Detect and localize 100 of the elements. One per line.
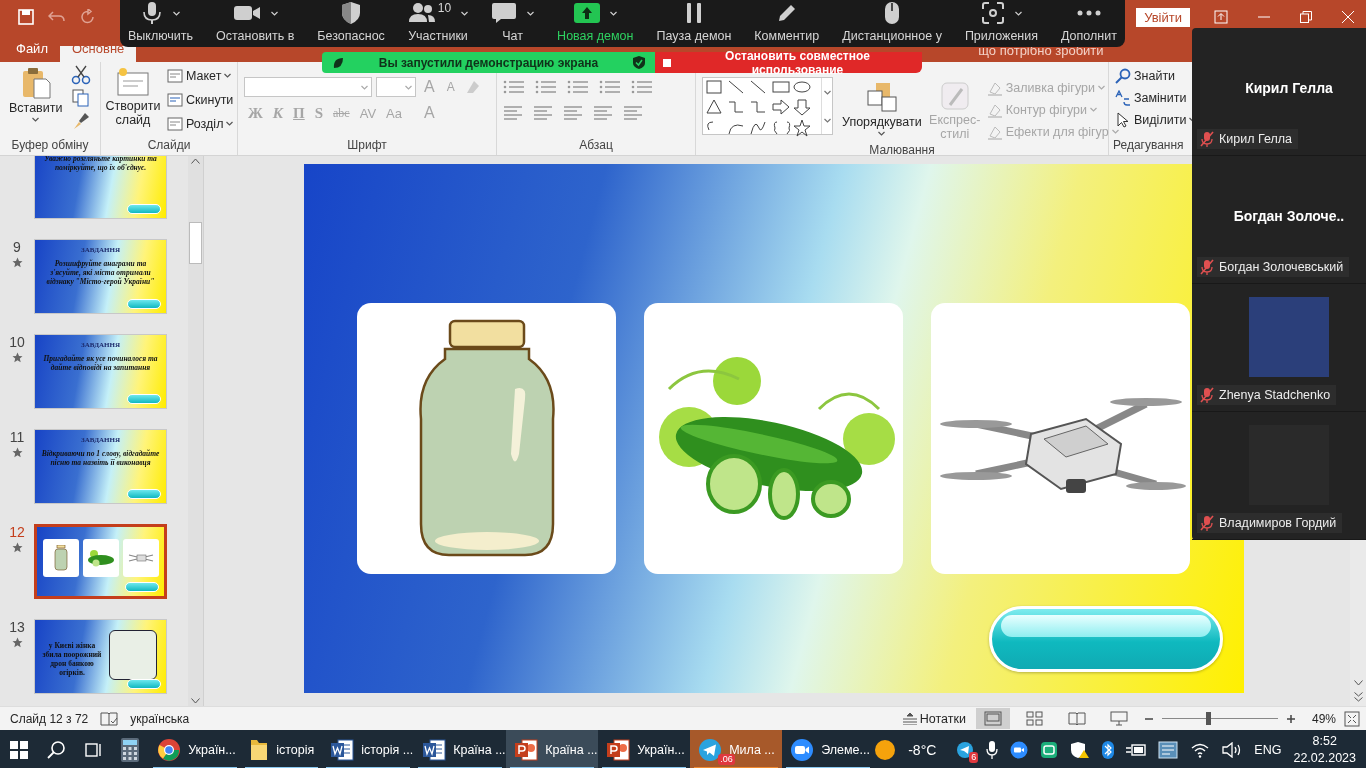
font-size-field[interactable] [376,77,416,97]
app-tray-icon [1040,741,1059,759]
slides-command[interactable]: Макет [165,65,236,86]
copy-icon[interactable] [71,88,92,108]
windows-logo-icon[interactable] [9,741,28,759]
stop-share-button[interactable]: Остановить совместное использование [655,52,922,73]
increase-indent-icon[interactable] [599,79,621,95]
wifi-icon [1190,742,1211,758]
leaf-icon [332,56,344,69]
scrollbar-thumb[interactable] [189,222,202,264]
pill-shape [127,394,161,404]
share-screen-button[interactable]: Новая демон [557,0,634,47]
security-button[interactable]: Безопаснос [317,0,385,47]
taskbar-button[interactable]: Країна ... [506,730,599,768]
group-label: Шрифт [346,138,388,154]
search-icon[interactable] [46,741,65,759]
clock-time[interactable]: 8:52 [1312,733,1337,750]
task-view-icon[interactable] [84,741,103,759]
caret-icon [1014,10,1022,16]
remote-control-button[interactable]: Дистанционное у [842,0,942,47]
taskbar-button[interactable]: .06 Мила ... [690,730,783,768]
group-label: Редагування [1113,138,1185,154]
taskbar-button[interactable]: історія [241,730,323,768]
save-icon[interactable] [18,9,34,25]
pill-shape [127,679,161,689]
cucumber-drawing [85,549,116,567]
pill-shape [127,489,161,499]
scroll-down-icon[interactable] [191,698,200,704]
line-spacing-icon[interactable] [631,79,653,95]
slide-number: 10 [9,334,25,350]
taskbar-button[interactable]: історія ... [322,730,415,768]
numbering-icon[interactable] [535,79,557,95]
weather-temperature[interactable]: -8°C [908,742,937,758]
new-slide-button[interactable]: Створити слайд [107,65,159,138]
input-language[interactable]: ENG [1254,743,1282,757]
slide-thumbnail[interactable] [34,524,167,599]
caret-icon [32,117,40,122]
zoom-percentage[interactable]: 49% [1311,711,1336,726]
sign-in-button[interactable]: Увійти [1136,7,1190,27]
paste-button[interactable]: Вставити [6,65,66,138]
star-icon [11,447,23,458]
next-slide-icon[interactable] [1353,692,1363,702]
star-icon [11,352,23,363]
paintbrush-icon[interactable] [71,111,92,131]
redo-icon[interactable] [80,9,96,25]
reset-icon [167,91,183,108]
restore-icon[interactable] [1300,11,1312,23]
browser-icon [157,738,182,762]
photo-placeholder [109,629,157,680]
annotate-button[interactable]: Комментир [754,0,820,47]
video-button[interactable]: Остановить в [216,0,295,47]
slideshow-view-icon [1109,711,1128,726]
shield-warning-icon [1070,741,1091,759]
present-icon[interactable] [1214,10,1228,24]
sun-icon[interactable] [874,739,897,761]
fit-to-window-icon[interactable] [1344,710,1360,727]
ribbon-tab[interactable]: Основне [59,46,137,62]
taskbar-button[interactable]: Країна ... [414,730,507,768]
spellcheck-icon[interactable] [100,711,119,726]
arrange-button[interactable]: Упорядкувати [839,79,925,143]
zoom-in-icon[interactable] [1285,713,1296,724]
undo-icon[interactable] [48,10,66,24]
clock-date[interactable]: 22.02.2023 [1293,750,1356,767]
normal-view-icon [983,711,1002,726]
bullets-icon[interactable] [503,79,525,95]
font-name-field[interactable] [244,77,372,97]
slides-command[interactable]: Скинути [165,89,236,110]
video-app-icon [790,738,815,762]
layout-icon [167,67,183,84]
taskbar-button[interactable]: Элеме... [782,730,875,768]
scroll-down-icon[interactable] [1353,680,1363,686]
scroll-up-icon[interactable] [191,158,200,164]
language-label[interactable]: українська [130,711,190,726]
chat-button[interactable]: Чат [491,0,535,47]
pause-share-button[interactable]: Пауза демон [656,0,732,47]
normal-view-button[interactable] [975,708,1010,729]
pill-shape [127,204,161,214]
notes-button[interactable]: Нотатки [900,708,968,729]
taskbar-button[interactable]: Україн... [598,730,691,768]
notes-icon [902,712,917,725]
mute-button[interactable]: Выключить [128,0,194,47]
slide-number: 11 [9,429,25,445]
slide-number: 9 [13,239,21,255]
taskbar-button[interactable]: Україн... [149,730,242,768]
participant-label: Богдан Золочевський [1197,257,1350,277]
close-icon[interactable] [1342,11,1354,23]
notification-badge: 6 [969,752,979,763]
shape-gallery[interactable] [702,77,833,135]
participants-button[interactable]: 10 Участники [407,0,469,47]
participant-label: Кирил Гелла [1197,129,1298,149]
decrease-indent-icon[interactable] [567,79,589,95]
pause-icon [684,2,703,24]
microphone-icon [986,741,999,759]
slides-command[interactable]: Розділ [165,113,236,134]
caret-icon [1098,85,1105,90]
section-icon [167,115,183,132]
caret-icon [1111,129,1119,134]
zoom-slider-thumb[interactable] [1206,712,1212,725]
document-app-icon [422,738,447,762]
scissors-icon[interactable] [71,65,92,85]
